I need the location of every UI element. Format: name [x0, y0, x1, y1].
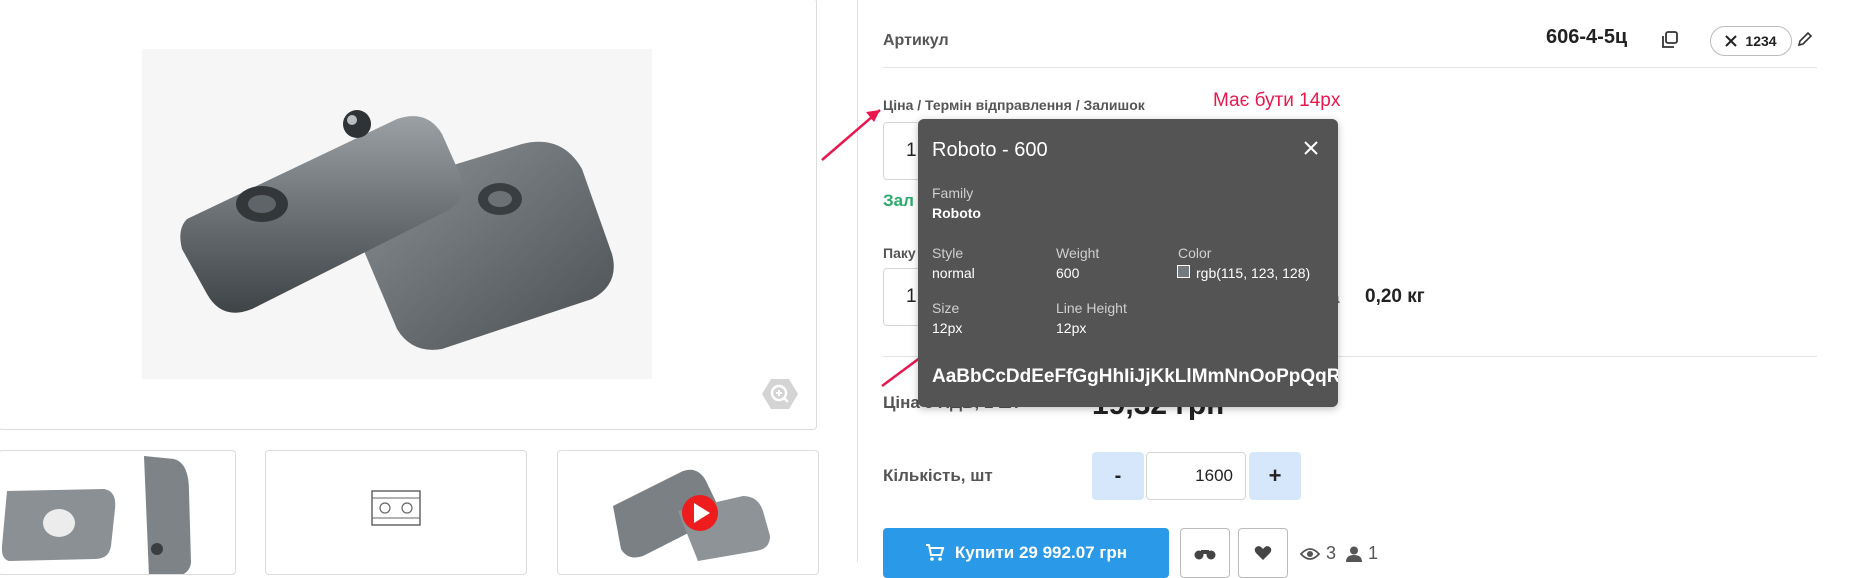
tooltip-family-key: Family	[932, 185, 974, 201]
tooltip-font-sample: AaBbCcDdEeFfGgHhIiJjKkLlMmNnOoPpQqRr	[932, 366, 1338, 387]
tooltip-size-key: Size	[932, 300, 960, 316]
tooltip-family-value: Roboto	[932, 205, 981, 221]
close-icon[interactable]	[1302, 139, 1320, 157]
tooltip-weight-key: Weight	[1056, 245, 1100, 261]
tooltip-title: Roboto - 600	[932, 139, 1048, 161]
color-swatch	[1177, 265, 1190, 278]
font-inspector-tooltip: Roboto - 600 Family Roboto Style normal …	[918, 119, 1338, 407]
tooltip-size-value: 12px	[932, 320, 963, 336]
tooltip-color-key: Color	[1178, 245, 1212, 261]
tooltip-weight-value: 600	[1056, 265, 1080, 281]
tooltip-color-value: rgb(115, 123, 128)	[1196, 265, 1311, 281]
tooltip-line-height-value: 12px	[1056, 320, 1087, 336]
tooltip-line-height-key: Line Height	[1056, 300, 1127, 316]
tooltip-style-value: normal	[932, 265, 975, 281]
tooltip-style-key: Style	[932, 245, 964, 261]
